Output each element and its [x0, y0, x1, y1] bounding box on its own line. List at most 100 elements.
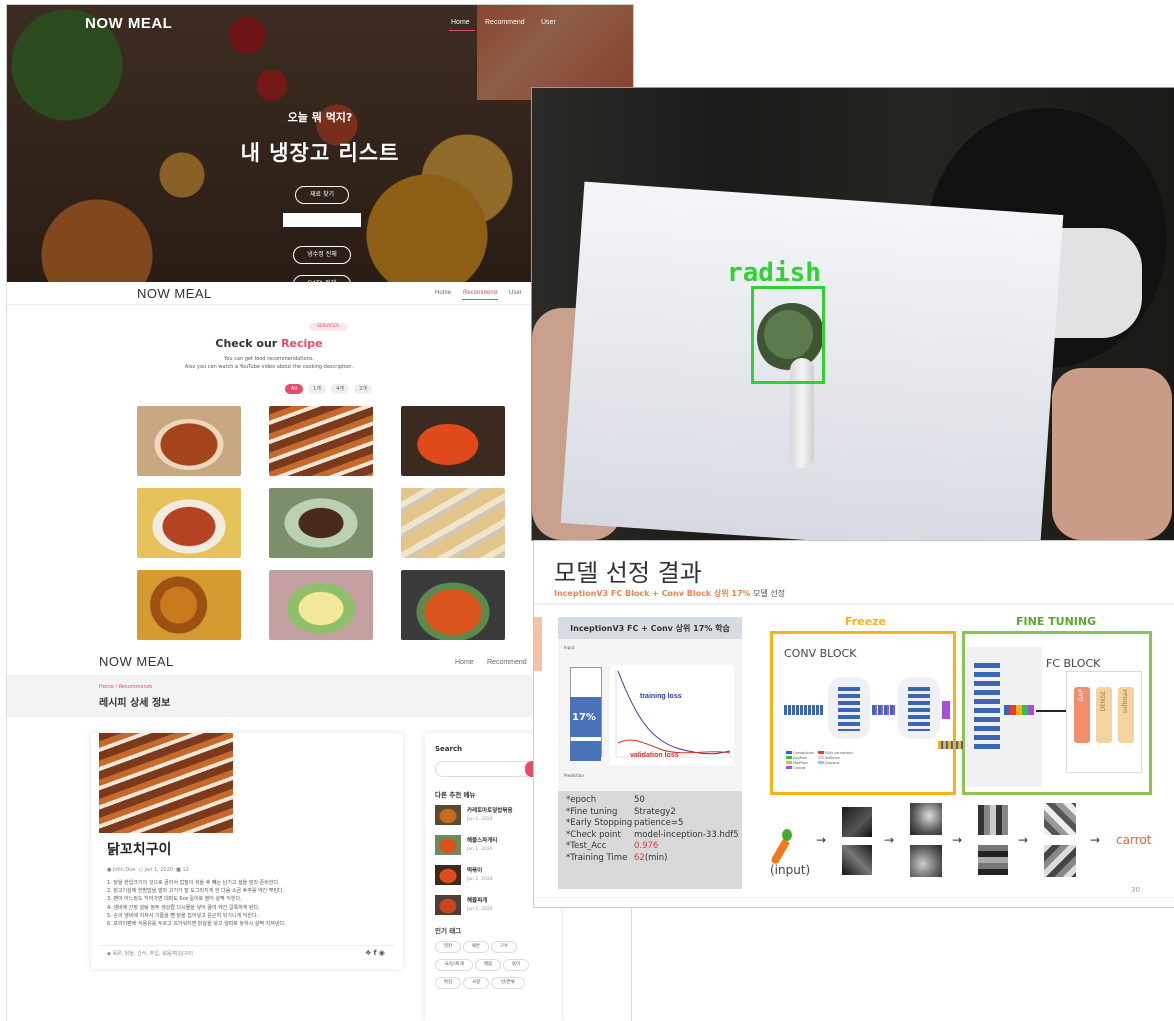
- nav-home[interactable]: Home: [451, 19, 470, 26]
- menu-date: Jan 1, 2020: [467, 907, 493, 912]
- stack-input-label: Input: [564, 645, 575, 650]
- tag-chip[interactable]: 구수: [491, 941, 517, 953]
- nav-recommend[interactable]: Recommend: [487, 659, 527, 666]
- nav-user[interactable]: User: [541, 19, 556, 26]
- nav-user[interactable]: User: [509, 290, 522, 296]
- recipe-thumb[interactable]: [269, 570, 373, 640]
- tags-text[interactable]: 육류, 닭을, 간식, 주입, 볶음/튀김/구이: [112, 951, 193, 957]
- menu-thumb[interactable]: [435, 805, 461, 825]
- menu-title[interactable]: 해물스파게티: [467, 836, 497, 844]
- layer-legend-2: Fully connected Softmax Dropout: [818, 751, 853, 766]
- reduction-layers: [872, 705, 896, 715]
- tag-chip[interactable]: 볶이: [503, 959, 529, 971]
- find-ingredient-button[interactable]: 재료 찾기: [295, 186, 349, 204]
- concat-layer: [942, 701, 950, 719]
- legend-item: Dropout: [825, 761, 840, 765]
- menu-thumb[interactable]: [435, 865, 461, 885]
- feature-map: [910, 803, 942, 835]
- author[interactable]: John Doe: [113, 867, 135, 873]
- tag-chip[interactable]: 반/면류: [491, 977, 525, 989]
- arrow-icon: →: [1018, 833, 1029, 847]
- recipe-thumb[interactable]: [137, 406, 241, 476]
- freeze-label: Freeze: [845, 615, 887, 628]
- search-label: Search: [435, 745, 463, 753]
- legend-item: Fully connected: [825, 751, 853, 755]
- menu-title[interactable]: 떡볶이: [467, 866, 482, 874]
- trainable-percent: 17%: [572, 712, 596, 723]
- comment-count[interactable]: 12: [182, 867, 188, 873]
- subtitle-rest: 모델 선정: [750, 589, 786, 598]
- brand-logo[interactable]: NOW MEAL: [85, 15, 172, 32]
- recipe-steps: 1. 닭을 한입크기의 것으로 골라서 껍질이 섞을 후 빼는 남기고 설을 발…: [107, 879, 286, 928]
- menu-title[interactable]: 카레토마토덮밥볶음: [467, 806, 513, 814]
- page-number: 30: [1131, 886, 1140, 894]
- ingredient-input[interactable]: [283, 213, 361, 227]
- filter-1[interactable]: 1개: [308, 384, 326, 394]
- brand-logo[interactable]: NOW MEAL: [99, 654, 174, 669]
- param-row: *Fine tuning Strategy2: [566, 807, 739, 819]
- right-hand: [1052, 368, 1172, 540]
- instagram-icon[interactable]: ◉: [379, 949, 385, 957]
- param-value: patience=5: [634, 818, 684, 828]
- title-rule: [534, 603, 1174, 605]
- tag-chip[interactable]: 사형: [463, 977, 489, 989]
- brand-logo[interactable]: NOW MEAL: [137, 286, 212, 301]
- feature-map: [1044, 845, 1076, 877]
- param-row: *Test_Acc 0.976: [566, 841, 739, 853]
- arrow-icon: →: [816, 833, 827, 847]
- tag-chip[interactable]: 매콤: [475, 959, 501, 971]
- legend-item: AvgPool: [793, 756, 807, 760]
- menu-date: Jan 1, 2020: [467, 817, 493, 822]
- legend-item: Convolution: [793, 751, 815, 755]
- tag-chip[interactable]: 패튼: [463, 941, 489, 953]
- recipe-thumb[interactable]: [401, 570, 505, 640]
- result-label: carrot: [1116, 833, 1152, 847]
- recipe-thumb[interactable]: [269, 406, 373, 476]
- feature-map: [910, 845, 942, 877]
- recipe-meta: ● John Doe ○ Jan 1, 2020 ■ 12: [107, 867, 189, 873]
- tags-label: 인기 태그: [435, 927, 462, 935]
- nav-home[interactable]: Home: [435, 290, 451, 296]
- menu-date: Jan 1, 2020: [467, 877, 493, 882]
- search-input[interactable]: [435, 761, 533, 777]
- param-value: 50: [634, 795, 645, 805]
- recipe-thumb[interactable]: [401, 406, 505, 476]
- training-loss-label: training loss: [640, 693, 682, 700]
- filter-all[interactable]: All: [285, 384, 303, 394]
- recipe-thumb[interactable]: [137, 488, 241, 558]
- tag-chip[interactable]: 튀김: [435, 977, 461, 989]
- filter-2[interactable]: 2개: [354, 384, 372, 394]
- twitter-icon[interactable]: ❖: [365, 949, 371, 957]
- author-icon: ●: [107, 867, 112, 873]
- recipe-thumb[interactable]: [401, 488, 505, 558]
- gap-label: GAP: [1078, 689, 1085, 702]
- menu-thumb[interactable]: [435, 895, 461, 915]
- breadcrumb[interactable]: Home / Recommends: [99, 684, 153, 690]
- menu-thumb[interactable]: [435, 835, 461, 855]
- nav-active-underline: [462, 299, 498, 300]
- tag-chip[interactable]: 국/탕/찌개: [435, 959, 473, 971]
- param-key: *epoch: [566, 795, 597, 805]
- output-layer: [570, 741, 601, 761]
- param-key: *Training Time: [566, 852, 628, 863]
- tag-chip[interactable]: 밀잔: [435, 941, 461, 953]
- fridge-all-button[interactable]: 냉수정 전체: [293, 246, 351, 264]
- dense-label: DENSE: [1100, 691, 1107, 712]
- param-row: *Training Time 62(min): [566, 853, 739, 865]
- filter-4[interactable]: 4개: [331, 384, 349, 394]
- recipe-tags: ◆ 육류, 닭을, 간식, 주입, 볶음/튀김/구이: [107, 950, 193, 957]
- page-title: 레시피 상세 정보: [99, 698, 171, 709]
- param-value: 0.976: [634, 841, 659, 851]
- recipe-thumb[interactable]: [269, 488, 373, 558]
- menu-title[interactable]: 해물찌개: [467, 896, 487, 904]
- feature-map: [978, 805, 1008, 835]
- comment-icon: ■: [176, 867, 181, 873]
- recipe-thumb[interactable]: [137, 570, 241, 640]
- nav-recommend[interactable]: Recommend: [485, 19, 525, 26]
- tuned-output-layers: [1004, 705, 1034, 715]
- facebook-icon[interactable]: f: [374, 949, 377, 957]
- menu-date: Jan 1, 2020: [467, 847, 493, 852]
- nav-recommend[interactable]: Recommend: [463, 290, 497, 296]
- nav-home[interactable]: Home: [455, 659, 474, 666]
- param-key: *Test_Acc: [566, 841, 607, 851]
